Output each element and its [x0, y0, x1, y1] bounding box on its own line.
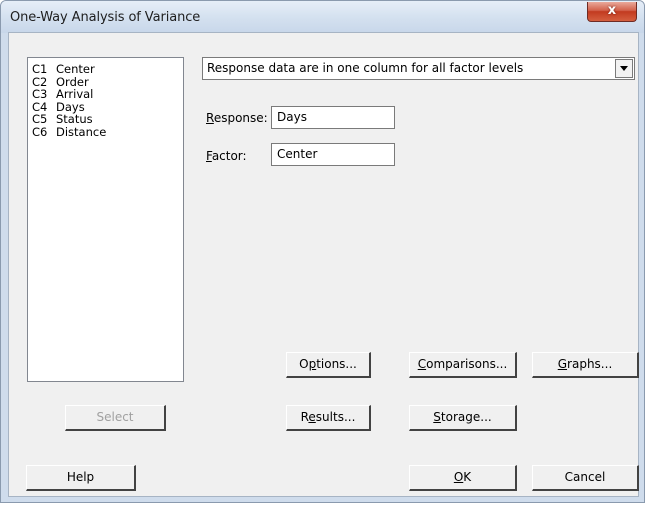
variable-column: C1: [32, 62, 48, 76]
close-icon: x: [607, 3, 617, 18]
list-item[interactable]: C4 Days: [32, 101, 183, 114]
variable-name: Arrival: [56, 87, 94, 101]
storage-button[interactable]: Storage...: [409, 405, 517, 431]
list-item[interactable]: C1 Center: [32, 63, 183, 76]
comparisons-button[interactable]: Comparisons...: [409, 352, 517, 378]
list-item[interactable]: C5 Status: [32, 113, 183, 126]
cancel-button[interactable]: Cancel: [532, 465, 639, 491]
variable-name: Distance: [56, 124, 107, 139]
variable-list[interactable]: C1 Center C2 Order C3 Arrival C4 Days C5 Stat…: [27, 57, 184, 382]
factor-label: Factor:: [206, 149, 247, 163]
dropdown-arrow-icon[interactable]: [615, 59, 633, 78]
variable-column: C6: [32, 124, 48, 139]
variable-column: C5: [32, 112, 48, 126]
dialog-body: C1 Center C2 Order C3 Arrival C4 Days C5 Stat…: [8, 32, 639, 497]
graphs-button[interactable]: Graphs...: [532, 352, 639, 378]
data-layout-value: Response data are in one column for all …: [207, 61, 524, 75]
ok-button[interactable]: OK: [409, 465, 517, 491]
window-title: One-Way Analysis of Variance: [10, 10, 201, 25]
response-field[interactable]: Days: [271, 106, 395, 129]
variable-column: C3: [32, 87, 48, 101]
select-button[interactable]: Select: [65, 405, 166, 431]
list-item[interactable]: C6 Distance: [32, 126, 183, 139]
help-button[interactable]: Help: [26, 465, 136, 491]
options-button[interactable]: Options...: [286, 352, 371, 378]
title-bar[interactable]: One-Way Analysis of Variance x: [1, 1, 644, 33]
data-layout-dropdown[interactable]: Response data are in one column for all …: [202, 57, 635, 80]
factor-field[interactable]: Center: [271, 143, 395, 166]
list-item[interactable]: C2 Order: [32, 76, 183, 89]
variable-name: Center: [56, 62, 95, 76]
dialog-window: One-Way Analysis of Variance x C1 Center …: [0, 0, 645, 503]
response-label: Response:: [206, 111, 268, 125]
close-button[interactable]: x: [587, 2, 637, 22]
variable-name: Status: [56, 112, 93, 126]
list-item[interactable]: C3 Arrival: [32, 88, 183, 101]
results-button[interactable]: Results...: [286, 405, 371, 431]
